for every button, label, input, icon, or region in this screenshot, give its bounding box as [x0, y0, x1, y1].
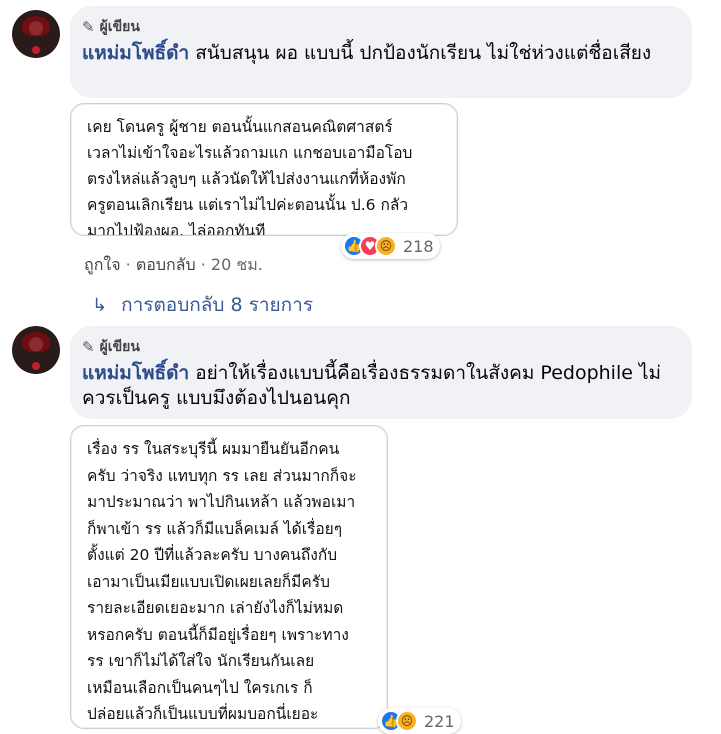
attached-screenshot[interactable]: เรื่อง รร ในสระบุรีนี้ ผมมายืนยันอีกคน ค…	[70, 425, 388, 729]
view-replies-link[interactable]: ↳ การตอบกลับ 8 รายการ	[92, 290, 313, 320]
reply-arrow-icon: ↳	[92, 294, 108, 316]
author-badge: ✎ ผู้เขียน	[82, 336, 676, 358]
pencil-icon: ✎	[82, 18, 95, 36]
author-name[interactable]: แหม่มโพธิ์ดำ	[82, 362, 189, 384]
separator: ·	[125, 255, 136, 274]
author-name[interactable]: แหม่มโพธิ์ดำ	[82, 42, 189, 64]
pencil-icon: ✎	[82, 338, 95, 356]
comment-body: สนับสนุน ผอ แบบนี้ ปกป้องนักเรียน ไม่ใช่…	[189, 42, 652, 64]
author-badge-label: ผู้เขียน	[99, 19, 140, 35]
author-badge-label: ผู้เขียน	[99, 339, 140, 355]
reply-link[interactable]: ตอบกลับ	[136, 255, 196, 274]
comment-actions: ถูกใจ · ตอบกลับ · 20 ชม.	[84, 253, 263, 278]
sad-reaction-icon: ☹	[375, 235, 397, 257]
view-replies-label: การตอบกลับ 8 รายการ	[121, 294, 314, 316]
reaction-count: 218	[403, 236, 434, 256]
reaction-summary[interactable]: 👍 ♥ ☹ 218	[341, 233, 440, 259]
author-avatar[interactable]	[12, 10, 60, 58]
comment-text: แหม่มโพธิ์ดำ สนับสนุน ผอ แบบนี้ ปกป้องนั…	[82, 41, 676, 66]
author-badge: ✎ ผู้เขียน	[82, 16, 676, 38]
like-link[interactable]: ถูกใจ	[84, 255, 121, 274]
reaction-summary[interactable]: 👍 ☹ 221	[378, 708, 461, 734]
reaction-count: 221	[424, 711, 455, 731]
attached-screenshot[interactable]: เคย โดนครู ผู้ชาย ตอนนั้นแกสอนคณิตศาสตร์…	[70, 103, 458, 236]
screenshot-text: เรื่อง รร ในสระบุรีนี้ ผมมายืนยันอีกคน ค…	[87, 440, 357, 723]
screenshot-text: เคย โดนครู ผู้ชาย ตอนนั้นแกสอนคณิตศาสตร์…	[87, 118, 413, 236]
comment-bubble: ✎ ผู้เขียน แหม่มโพธิ์ดำ อย่าให้เรื่องแบบ…	[70, 326, 692, 419]
comment-bubble: ✎ ผู้เขียน แหม่มโพธิ์ดำ สนับสนุน ผอ แบบน…	[70, 6, 692, 98]
author-avatar[interactable]	[12, 326, 60, 374]
sad-reaction-icon: ☹	[396, 710, 418, 732]
separator: ·	[200, 255, 211, 274]
comment-time[interactable]: 20 ชม.	[211, 255, 263, 274]
comment-text: แหม่มโพธิ์ดำ อย่าให้เรื่องแบบนี้คือเรื่อ…	[82, 361, 676, 411]
